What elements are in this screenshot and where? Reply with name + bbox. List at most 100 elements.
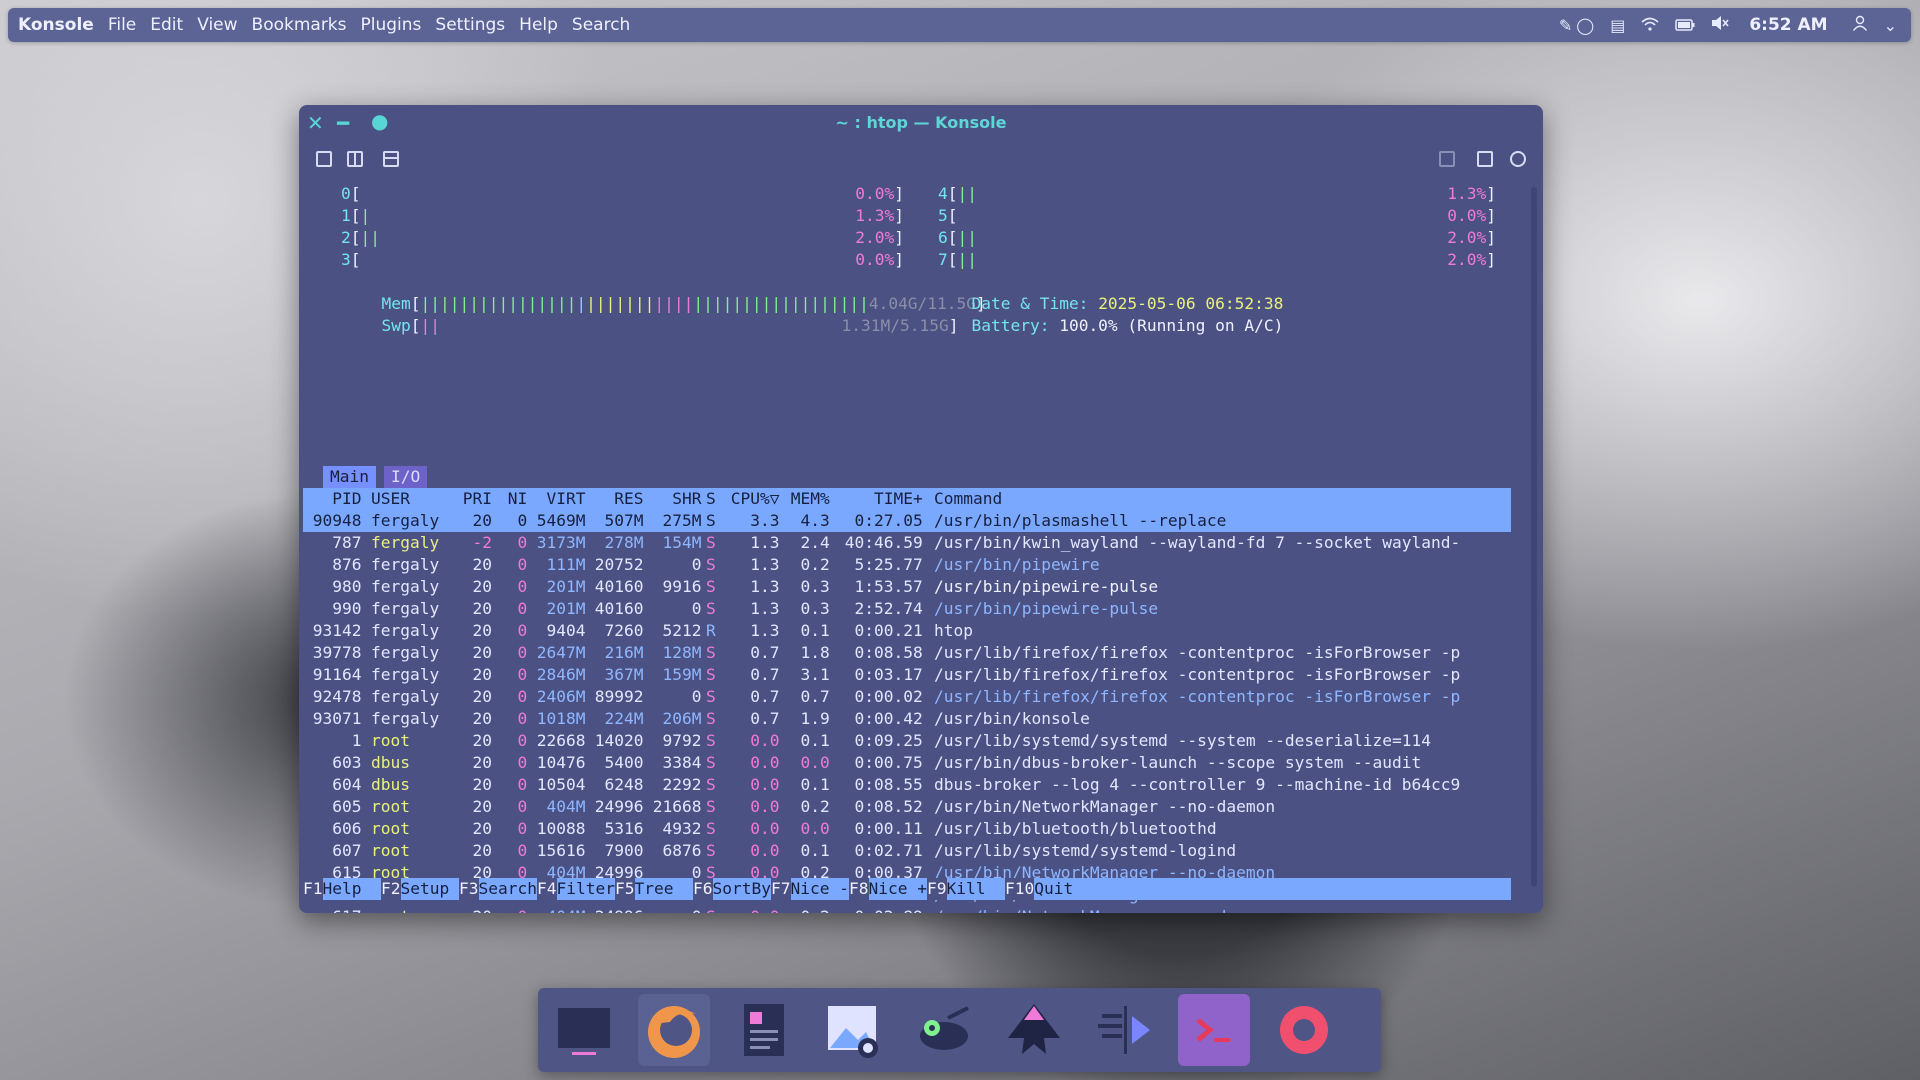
fkey-label-sortby[interactable]: SortBy bbox=[713, 878, 771, 900]
menu-edit[interactable]: Edit bbox=[150, 15, 183, 35]
table-row[interactable]: 980 fergaly 20 0 201M 40160 9916 S 1.3 0.3 1:53.57… bbox=[303, 576, 1511, 598]
clipboard-icon[interactable] bbox=[1477, 151, 1493, 167]
table-row[interactable]: 39778 fergaly 20 0 2647M 216M 128M S 0.7 1.8 0:08.… bbox=[303, 642, 1511, 664]
title-bar[interactable]: ✕ ━ ● ~ : htop — Konsole bbox=[299, 105, 1543, 141]
table-row[interactable]: 1 root 20 0 22668 14020 9792 S 0.0 0.1 0:09.25/usr… bbox=[303, 730, 1511, 752]
tab-main[interactable]: Main bbox=[323, 466, 376, 488]
cell-state: S bbox=[706, 489, 716, 508]
fkey-f1[interactable]: F1 bbox=[303, 878, 323, 900]
fkey-label-nice[interactable]: Nice + bbox=[869, 878, 927, 900]
table-row[interactable]: 92478 fergaly 20 0 2406M 89992 0 S 0.7 0.7 0:00.02… bbox=[303, 686, 1511, 708]
fkey-f9[interactable]: F9 bbox=[927, 878, 947, 900]
fkey-f10[interactable]: F10 bbox=[1005, 878, 1035, 900]
konsole-icon[interactable] bbox=[1178, 994, 1250, 1066]
fkey-f2[interactable]: F2 bbox=[381, 878, 401, 900]
cell-shr: 21668 bbox=[652, 797, 702, 816]
wifi-icon[interactable] bbox=[1641, 16, 1659, 35]
fkey-label-nice[interactable]: Nice - bbox=[791, 878, 849, 900]
table-row[interactable]: 605 root 20 0 404M 24996 21668 S 0.0 0.2 0:08.52/u… bbox=[303, 796, 1511, 818]
cell-state: S bbox=[706, 775, 716, 794]
copy-icon[interactable] bbox=[1439, 151, 1455, 167]
inkscape-icon[interactable] bbox=[998, 994, 1070, 1066]
clock[interactable]: 6:52 AM bbox=[1749, 15, 1827, 35]
muted-speaker-icon[interactable] bbox=[1711, 15, 1729, 35]
fkey-label-help[interactable]: Help bbox=[323, 878, 362, 900]
fkey-label-tree[interactable]: Tree bbox=[635, 878, 674, 900]
table-row[interactable]: 91164 fergaly 20 0 2846M 367M 159M S 0.7 3.1 0:03.… bbox=[303, 664, 1511, 686]
fkey-f6[interactable]: F6 bbox=[693, 878, 713, 900]
cell-res: 224M bbox=[604, 709, 644, 728]
settings-icon[interactable] bbox=[1268, 994, 1340, 1066]
process-table-header[interactable]: PID USER PRI NI VIRT RES SHR S CPU%▽ MEM% TIME+ Com… bbox=[303, 488, 1511, 510]
menu-view[interactable]: View bbox=[197, 15, 237, 35]
dock bbox=[538, 988, 1381, 1072]
fkey-label-kill[interactable]: Kill bbox=[947, 878, 986, 900]
menu-plugins[interactable]: Plugins bbox=[361, 15, 422, 35]
table-row[interactable]: 607 root 20 0 15616 7900 6876 S 0.0 0.1 0:02.71/us… bbox=[303, 840, 1511, 862]
scrollbar[interactable] bbox=[1531, 187, 1537, 887]
pen-icon[interactable]: ✎ bbox=[1559, 16, 1572, 35]
desktop-icon[interactable] bbox=[548, 994, 620, 1066]
split-horizontal-icon[interactable] bbox=[383, 151, 399, 167]
cell-ni: 0 bbox=[517, 577, 528, 596]
fkey-label-quit[interactable]: Quit bbox=[1034, 878, 1073, 900]
search-icon[interactable] bbox=[1510, 151, 1526, 167]
fkey-f5[interactable]: F5 bbox=[615, 878, 635, 900]
fkey-f3[interactable]: F3 bbox=[459, 878, 479, 900]
cell-virt: 404M bbox=[527, 906, 586, 913]
fkey-f7[interactable]: F7 bbox=[771, 878, 791, 900]
cell-shr: 159M bbox=[662, 665, 702, 684]
terminal[interactable]: 0[0.0%] 1[| 1.3%] 2[|| 2.0%] 3[0.0%] 4[|| 1.3%]… bbox=[303, 183, 1515, 913]
cell-pri: 20 bbox=[472, 577, 493, 596]
fkey-label-search[interactable]: Search bbox=[479, 878, 537, 900]
cell-res: 5400 bbox=[604, 753, 644, 772]
cell-ni: 0 bbox=[517, 511, 528, 530]
table-row[interactable]: 93142 fergaly 20 0 9404 7260 5212 R 1.3 0.1 0:00.2… bbox=[303, 620, 1511, 642]
menu-bookmarks[interactable]: Bookmarks bbox=[252, 15, 347, 35]
cell-pri: 20 bbox=[472, 687, 493, 706]
cell-command: /usr/lib/systemd/systemd --system --dese… bbox=[934, 731, 1432, 750]
menu-settings[interactable]: Settings bbox=[435, 15, 505, 35]
fkey-f8[interactable]: F8 bbox=[849, 878, 869, 900]
table-row[interactable]: 990 fergaly 20 0 201M 40160 0 S 1.3 0.3 2:52.74/us… bbox=[303, 598, 1511, 620]
cell-virt: 15616 bbox=[536, 841, 586, 860]
table-row[interactable]: 93071 fergaly 20 0 1018M 224M 206M S 0.7 1.9 0:00.… bbox=[303, 708, 1511, 730]
split-vertical-icon[interactable] bbox=[347, 151, 363, 167]
firefox-icon[interactable] bbox=[638, 994, 710, 1066]
fkey-label-filter[interactable]: Filter bbox=[557, 878, 615, 900]
fkey-f4[interactable]: F4 bbox=[537, 878, 557, 900]
cell-pid: 980 bbox=[332, 577, 362, 596]
image-viewer-icon[interactable] bbox=[818, 994, 890, 1066]
kdenlive-icon[interactable] bbox=[1088, 994, 1160, 1066]
cpu-value-3: 0.0%] bbox=[855, 250, 904, 269]
cell-time: 1:53.57 bbox=[854, 577, 923, 596]
table-row[interactable]: 604 dbus 20 0 10504 6248 2292 S 0.0 0.1 0:08.55 dbu… bbox=[303, 774, 1511, 796]
table-row[interactable]: 90948 fergaly 20 0 5469M 507M 275M S 3.3 4.3 0:27.… bbox=[303, 510, 1511, 532]
tab-io[interactable]: I/O bbox=[383, 466, 428, 488]
menu-file[interactable]: File bbox=[108, 15, 136, 35]
battery-icon[interactable] bbox=[1675, 16, 1695, 35]
new-tab-icon[interactable] bbox=[316, 151, 332, 167]
table-row[interactable]: 876 fergaly 20 0 111M 20752 0 S 1.3 0.2 5:25.77/us… bbox=[303, 554, 1511, 576]
gimp-icon[interactable] bbox=[908, 994, 980, 1066]
clipboard-icon[interactable]: ▤ bbox=[1610, 16, 1625, 35]
cell-user: root bbox=[371, 731, 410, 750]
menu-search[interactable]: Search bbox=[572, 15, 630, 35]
chevron-down-icon[interactable]: ⌄ bbox=[1884, 16, 1897, 35]
notes-app-icon[interactable] bbox=[728, 994, 800, 1066]
table-row[interactable]: 606 root 20 0 10088 5316 4932 S 0.0 0.0 0:00.11/us… bbox=[303, 818, 1511, 840]
cell-command: /usr/bin/pipewire-pulse bbox=[934, 577, 1159, 596]
cell-ni: 0 bbox=[517, 555, 528, 574]
circle-icon[interactable]: ◯ bbox=[1576, 16, 1594, 35]
user-icon[interactable] bbox=[1852, 15, 1868, 35]
cell-virt: 22668 bbox=[536, 731, 586, 750]
fkey-label-setup[interactable]: Setup bbox=[401, 878, 450, 900]
cell-pid: 617 bbox=[303, 906, 361, 913]
cell-mem: 0.0 bbox=[800, 753, 830, 772]
table-row[interactable]: 787 fergaly -2 0 3173M 278M 154M S 1.3 2.4 40:46.5… bbox=[303, 532, 1511, 554]
cell-user: root bbox=[371, 797, 410, 816]
table-row[interactable]: 603 dbus 20 0 10476 5400 3384 S 0.0 0.0 0:00.75/us… bbox=[303, 752, 1511, 774]
menu-help[interactable]: Help bbox=[519, 15, 558, 35]
cell-pid: 605 bbox=[332, 797, 362, 816]
table-row[interactable]: 617root200404M249960S0.00.20:02.89/usr/b… bbox=[303, 906, 1511, 913]
